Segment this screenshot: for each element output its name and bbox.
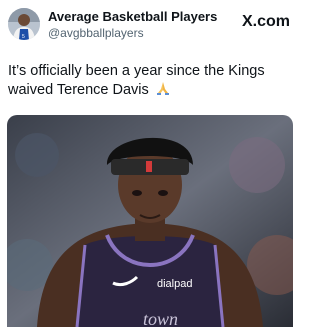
praying-hands-icon [155,80,171,101]
tweet-header: 5 Average Basketball Players @avgbballpl… [8,8,292,42]
account-handle[interactable]: @avgbballplayers [48,25,217,41]
account-names: Average Basketball Players @avgbballplay… [48,9,217,41]
jersey-sponsor: dialpad [157,278,192,290]
tweet-body: It’s officially been a year since the Ki… [8,63,265,98]
player-photo: dialpad town [7,115,293,327]
avatar[interactable]: 5 [8,8,40,40]
avatar-image: 5 [8,8,40,40]
tweet-text: It’s officially been a year since the Ki… [8,63,292,101]
x-logo-label: X.com [241,13,290,30]
display-name[interactable]: Average Basketball Players [48,9,217,25]
avatar-jersey-number: 5 [22,34,25,40]
jersey-wordmark: town [143,309,178,327]
tweet-photo[interactable]: dialpad town [7,115,293,327]
